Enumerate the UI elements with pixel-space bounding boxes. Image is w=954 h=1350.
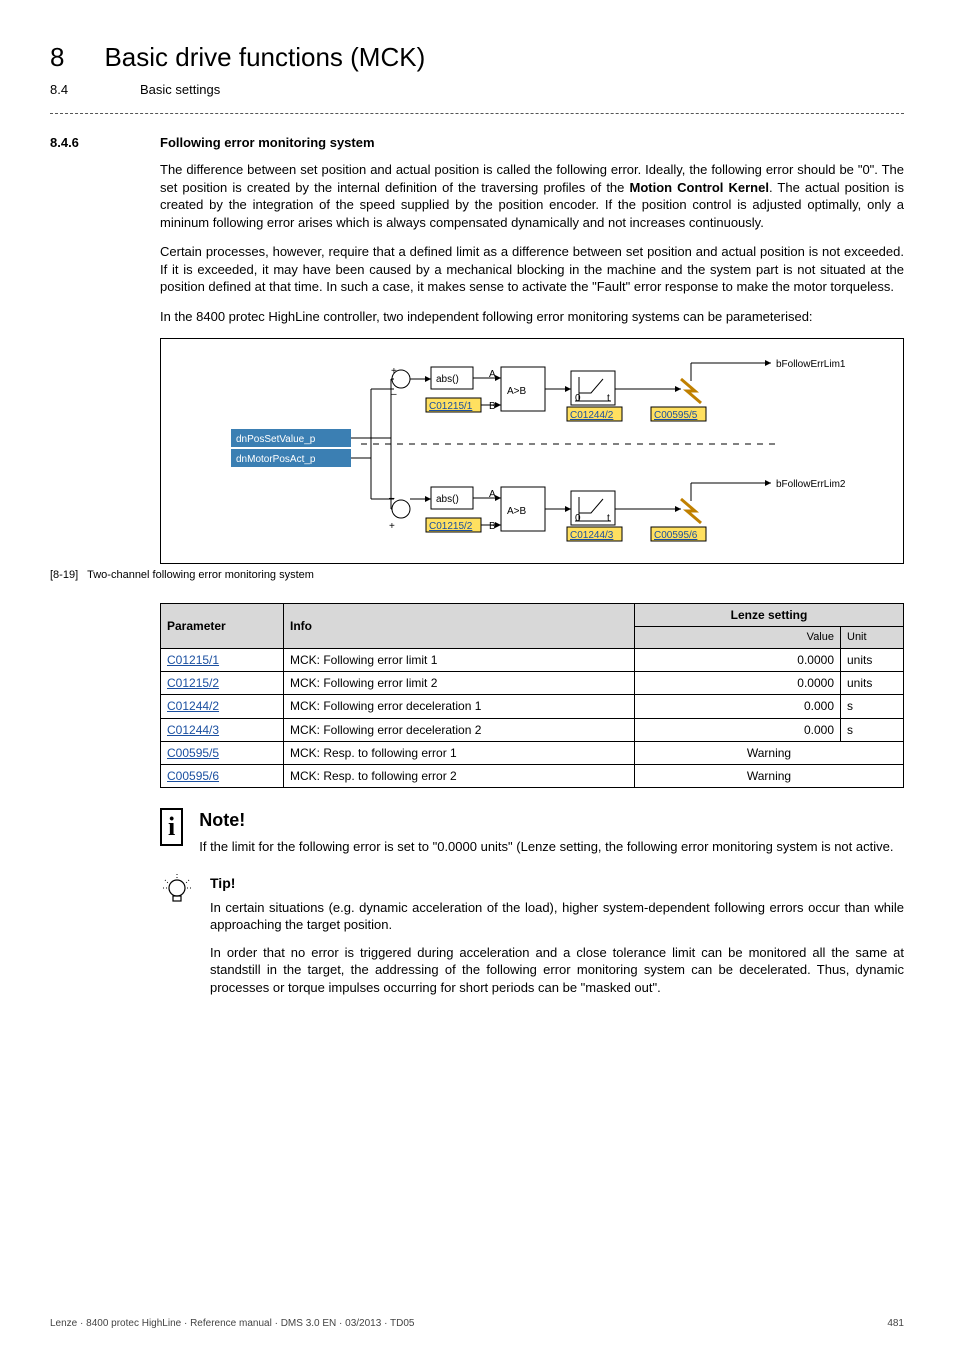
figure-caption: Two-channel following error monitoring s… <box>87 569 314 581</box>
footer-page: 481 <box>887 1317 904 1331</box>
table-row: C01244/3 MCK: Following error decelerati… <box>161 718 904 741</box>
param-link[interactable]: C00595/5 <box>161 741 284 764</box>
svg-text:0: 0 <box>575 513 581 524</box>
note-text: If the limit for the following error is … <box>199 838 893 856</box>
th-info: Info <box>284 603 635 648</box>
svg-text:bFollowErrLim2: bFollowErrLim2 <box>776 479 846 490</box>
svg-text:B: B <box>489 401 496 412</box>
table-row: C00595/6 MCK: Resp. to following error 2… <box>161 764 904 787</box>
param-link[interactable]: C01215/1 <box>161 648 284 671</box>
svg-text:+: + <box>391 366 397 377</box>
svg-text:C00595/5: C00595/5 <box>654 410 698 421</box>
chapter-title: Basic drive functions (MCK) <box>104 40 425 75</box>
subsection-number: 8.4 <box>50 81 100 99</box>
svg-text:A>B: A>B <box>507 386 527 397</box>
svg-text:dnMotorPosAct_p: dnMotorPosAct_p <box>236 454 316 465</box>
param-link[interactable]: C01244/2 <box>161 695 284 718</box>
note-box: i Note! If the limit for the following e… <box>160 808 904 856</box>
figure-number: [8-19] <box>50 569 78 581</box>
parameters-table: Parameter Info Lenze setting Value Unit … <box>160 603 904 788</box>
note-title: Note! <box>199 808 893 832</box>
paragraph-3: In the 8400 protec HighLine controller, … <box>160 308 904 326</box>
table-row: C01244/2 MCK: Following error decelerati… <box>161 695 904 718</box>
svg-text:0: 0 <box>575 393 581 404</box>
svg-text:C00595/6: C00595/6 <box>654 530 698 541</box>
svg-text:t: t <box>607 393 610 404</box>
svg-text:t: t <box>607 513 610 524</box>
svg-text:C01244/2: C01244/2 <box>570 410 614 421</box>
section-number: 8.4.6 <box>50 134 120 152</box>
paragraph-2: Certain processes, however, require that… <box>160 243 904 296</box>
separator <box>50 113 904 114</box>
th-parameter: Parameter <box>161 603 284 648</box>
svg-text:C01215/2: C01215/2 <box>429 521 473 532</box>
param-link[interactable]: C01244/3 <box>161 718 284 741</box>
svg-text:C01244/3: C01244/3 <box>570 530 614 541</box>
svg-text:abs(): abs() <box>436 374 459 385</box>
tip-p1: In certain situations (e.g. dynamic acce… <box>210 899 904 934</box>
tip-p2: In order that no error is triggered duri… <box>210 944 904 997</box>
tip-title: Tip! <box>210 874 904 893</box>
chapter-number: 8 <box>50 40 64 75</box>
svg-text:B: B <box>489 521 496 532</box>
th-value: Value <box>634 627 840 649</box>
lightbulb-icon <box>160 874 194 997</box>
section-title: Following error monitoring system <box>160 134 375 152</box>
diagram: dnPosSetValue_p dnMotorPosAct_p + – abs(… <box>160 338 904 565</box>
subsection-title: Basic settings <box>140 81 220 99</box>
svg-text:A>B: A>B <box>507 506 527 517</box>
table-row: C01215/2 MCK: Following error limit 2 0.… <box>161 672 904 695</box>
param-link[interactable]: C00595/6 <box>161 764 284 787</box>
svg-text:dnPosSetValue_p: dnPosSetValue_p <box>236 434 316 445</box>
svg-text:C01215/1: C01215/1 <box>429 401 473 412</box>
table-row: C01215/1 MCK: Following error limit 1 0.… <box>161 648 904 671</box>
paragraph-1: The difference between set position and … <box>160 161 904 231</box>
svg-text:bFollowErrLim1: bFollowErrLim1 <box>776 359 846 370</box>
th-unit: Unit <box>841 627 904 649</box>
table-row: C00595/5 MCK: Resp. to following error 1… <box>161 741 904 764</box>
th-lenze: Lenze setting <box>634 603 903 626</box>
info-icon: i <box>160 808 183 846</box>
svg-text:+: + <box>389 521 395 532</box>
param-link[interactable]: C01215/2 <box>161 672 284 695</box>
footer-left: Lenze · 8400 protec HighLine · Reference… <box>50 1317 414 1331</box>
tip-box: Tip! In certain situations (e.g. dynamic… <box>160 874 904 997</box>
svg-text:abs(): abs() <box>436 494 459 505</box>
svg-text:–: – <box>391 389 397 400</box>
